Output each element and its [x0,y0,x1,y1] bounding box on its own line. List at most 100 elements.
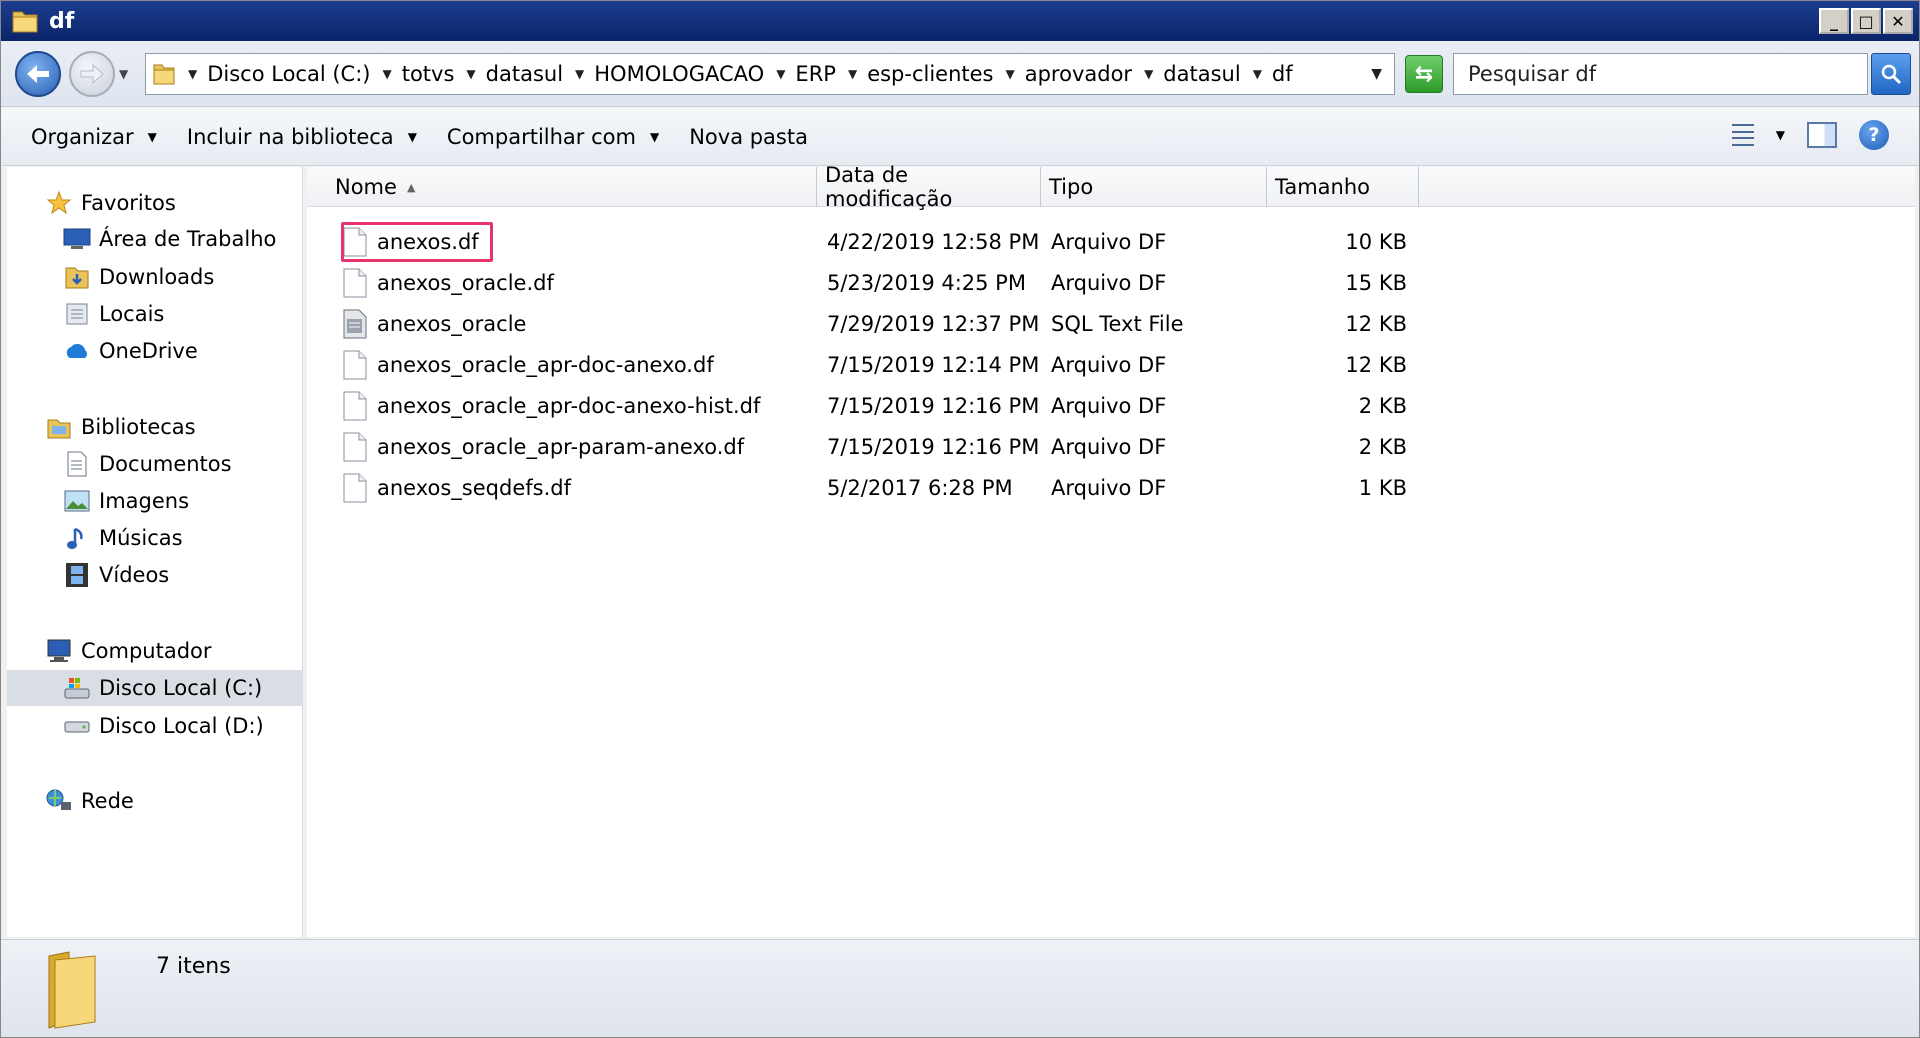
table-row[interactable]: anexos_oracle_apr-doc-anexo-hist.df 7/15… [307,386,1915,426]
address-bar[interactable]: ▼ Disco Local (C:) ▼ totvs ▼ datasul ▼ H… [145,53,1395,95]
document-icon [343,432,367,462]
include-library-button[interactable]: Incluir na biblioteca ▼ [187,125,417,149]
sidebar-item-label: Bibliotecas [81,415,196,439]
breadcrumb-item-erp[interactable]: ERP [795,62,836,86]
cloud-icon [63,338,91,364]
breadcrumb-item-disco-c[interactable]: Disco Local (C:) [207,62,370,86]
chevron-down-icon[interactable]: ▼ [1006,67,1015,81]
maximize-icon: □ [1858,11,1874,31]
details-pane: 7 itens [1,939,1919,1037]
chevron-down-icon[interactable]: ▼ [575,67,584,81]
organize-button[interactable]: Organizar ▼ [31,125,157,149]
file-size: 10 KB [1345,230,1407,254]
sidebar-item-label: Computador [81,639,212,663]
file-size: 12 KB [1345,312,1407,336]
file-type: Arquivo DF [1051,271,1167,295]
system-drive-icon [63,675,91,701]
sidebar-item-computer[interactable]: Computador [7,633,303,669]
chevron-down-icon[interactable]: ▼ [188,67,197,81]
sidebar-item-locais[interactable]: Locais [7,296,303,332]
breadcrumb-item-datasul[interactable]: datasul [486,62,563,86]
table-row[interactable]: anexos_oracle 7/29/2019 12:37 PM SQL Tex… [307,304,1915,344]
explorer-window: df _ □ ✕ ▼ ▼ Disco Local (C:) ▼ totvs ▼ [0,0,1920,1038]
library-icon [45,414,73,440]
breadcrumb-item-aprovador[interactable]: aprovador [1025,62,1132,86]
search-button[interactable] [1871,53,1911,95]
breadcrumb-item-esp-clientes[interactable]: esp-clientes [867,62,993,86]
preview-pane-icon[interactable] [1807,122,1837,148]
file-type: Arquivo DF [1051,476,1167,500]
sidebar-item-favorites[interactable]: Favoritos [7,185,303,221]
table-row[interactable]: anexos_oracle_apr-doc-anexo.df 7/15/2019… [307,345,1915,385]
table-row[interactable]: anexos_oracle_apr-param-anexo.df 7/15/20… [307,427,1915,467]
refresh-button[interactable]: ⇆ [1405,55,1443,93]
maximize-button[interactable]: □ [1851,8,1881,34]
sidebar-item-desktop[interactable]: Área de Trabalho [7,221,303,257]
network-icon [45,788,73,814]
file-size: 2 KB [1358,435,1407,459]
chevron-down-icon[interactable]: ▼ [776,67,785,81]
sidebar-item-videos[interactable]: Vídeos [7,557,303,593]
help-icon[interactable]: ? [1859,120,1889,150]
search-icon [1881,64,1902,85]
breadcrumb-item-homologacao[interactable]: HOMOLOGACAO [594,62,764,86]
forward-button[interactable] [69,51,115,97]
table-row[interactable]: anexos_seqdefs.df 5/2/2017 6:28 PM Arqui… [307,468,1915,508]
sidebar-item-label: Vídeos [99,563,170,587]
column-header-label: Tamanho [1275,175,1371,199]
sidebar-item-onedrive[interactable]: OneDrive [7,333,303,369]
window-title: df [49,8,75,34]
breadcrumb-item-df[interactable]: df [1272,62,1293,86]
column-header-size[interactable]: Tamanho [1267,167,1419,207]
file-name: anexos_oracle_apr-doc-anexo-hist.df [377,394,761,418]
file-date: 7/29/2019 12:37 PM [827,312,1040,336]
breadcrumb-item-totvs[interactable]: totvs [402,62,455,86]
file-name: anexos_oracle [377,312,527,336]
sidebar-item-network[interactable]: Rede [7,783,303,819]
document-icon [343,268,367,298]
arrow-right-icon [80,63,104,85]
sql-file-icon [343,309,367,339]
sidebar-item-libraries[interactable]: Bibliotecas [7,409,303,445]
chevron-down-icon[interactable]: ▼ [382,67,391,81]
chevron-down-icon[interactable]: ▼ [1253,67,1262,81]
chevron-down-icon[interactable]: ▼ [1144,67,1153,81]
address-row: ▼ ▼ Disco Local (C:) ▼ totvs ▼ datasul ▼… [1,41,1919,107]
column-header-date[interactable]: Data de modificação [817,163,1041,211]
film-icon [63,562,91,588]
file-date: 4/22/2019 12:58 PM [827,230,1040,254]
back-button[interactable] [15,51,61,97]
search-placeholder: Pesquisar df [1468,62,1597,86]
close-button[interactable]: ✕ [1883,8,1913,34]
recent-pages-dropdown[interactable]: ▼ [119,67,128,81]
file-name: anexos_oracle.df [377,271,554,295]
new-folder-button[interactable]: Nova pasta [689,125,808,149]
sidebar-item-label: Downloads [99,265,215,289]
sidebar-item-label: OneDrive [99,339,198,363]
minimize-button[interactable]: _ [1819,8,1849,34]
view-options-dropdown[interactable]: ▼ [1776,128,1785,142]
search-input[interactable]: Pesquisar df [1453,53,1868,95]
address-history-dropdown[interactable]: ▼ [1371,66,1382,82]
sidebar-item-documents[interactable]: Documentos [7,446,303,482]
breadcrumb-item-datasul-2[interactable]: datasul [1163,62,1240,86]
sidebar-item-label: Documentos [99,452,232,476]
column-header-name[interactable]: Nome ▲ [307,167,817,207]
sidebar-item-downloads[interactable]: Downloads [7,259,303,295]
chevron-down-icon[interactable]: ▼ [848,67,857,81]
chevron-down-icon[interactable]: ▼ [466,67,475,81]
sidebar-item-images[interactable]: Imagens [7,483,303,519]
column-headers: Nome ▲ Data de modificação Tipo Tamanho [307,163,1915,211]
sidebar-item-music[interactable]: Músicas [7,520,303,556]
table-row[interactable]: anexos.df 4/22/2019 12:58 PM Arquivo DF … [307,222,1915,262]
share-button[interactable]: Compartilhar com ▼ [447,125,659,149]
file-date: 7/15/2019 12:14 PM [827,353,1040,377]
images-icon [63,488,91,514]
sidebar-item-label: Rede [81,789,134,813]
sidebar-item-disk-c[interactable]: Disco Local (C:) [7,670,303,706]
column-header-label: Tipo [1049,175,1094,199]
column-header-type[interactable]: Tipo [1041,167,1267,207]
change-view-icon[interactable] [1724,122,1754,148]
table-row[interactable]: anexos_oracle.df 5/23/2019 4:25 PM Arqui… [307,263,1915,303]
sidebar-item-disk-d[interactable]: Disco Local (D:) [7,708,303,744]
